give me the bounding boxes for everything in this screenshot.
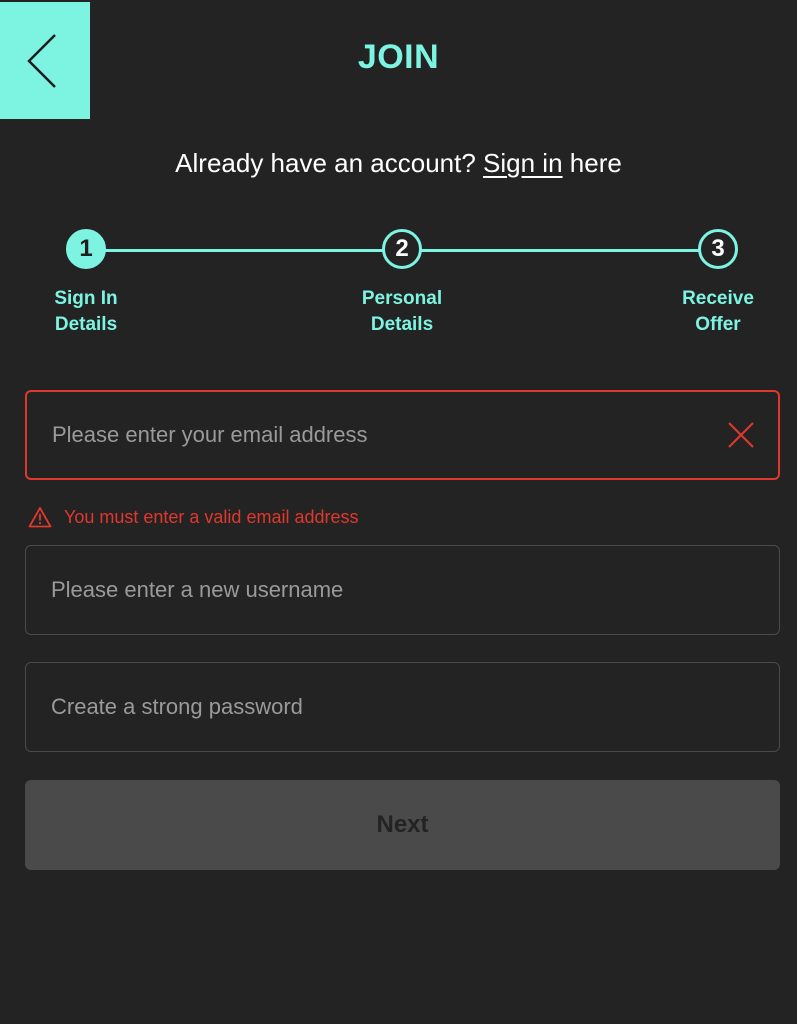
next-button[interactable]: Next xyxy=(25,780,780,870)
step-1-label-line2: Details xyxy=(54,314,118,335)
step-1-label-line1: Sign In xyxy=(54,288,118,309)
step-2-label: Personal Details xyxy=(332,286,472,338)
step-1-label: Sign In Details xyxy=(16,286,156,338)
password-field-wrapper xyxy=(25,662,780,752)
signin-prompt-suffix: here xyxy=(562,148,622,178)
email-field-wrapper xyxy=(25,390,780,480)
sign-in-link[interactable]: Sign in xyxy=(483,148,563,178)
step-3-label-line2: Offer xyxy=(695,314,741,335)
email-error-text: You must enter a valid email address xyxy=(64,506,359,527)
password-field[interactable] xyxy=(26,663,779,751)
signin-prompt: Already have an account? Sign in here xyxy=(0,148,797,179)
username-field[interactable] xyxy=(26,546,779,634)
username-field-wrapper xyxy=(25,545,780,635)
warning-icon xyxy=(28,507,52,528)
step-3-label-line1: Receive xyxy=(682,288,754,309)
step-1-indicator: 1 xyxy=(66,229,106,269)
email-error-message: You must enter a valid email address xyxy=(28,506,359,528)
signin-prompt-prefix: Already have an account? xyxy=(175,148,484,178)
step-2-label-line2: Details xyxy=(370,314,434,335)
email-field[interactable] xyxy=(27,392,778,478)
step-3-label: Receive Offer xyxy=(648,286,788,338)
page-title: JOIN xyxy=(357,38,440,76)
close-icon[interactable] xyxy=(726,420,756,450)
step-2-label-line1: Personal xyxy=(361,288,443,309)
step-3-indicator: 3 xyxy=(698,229,738,269)
step-2-indicator: 2 xyxy=(382,229,422,269)
